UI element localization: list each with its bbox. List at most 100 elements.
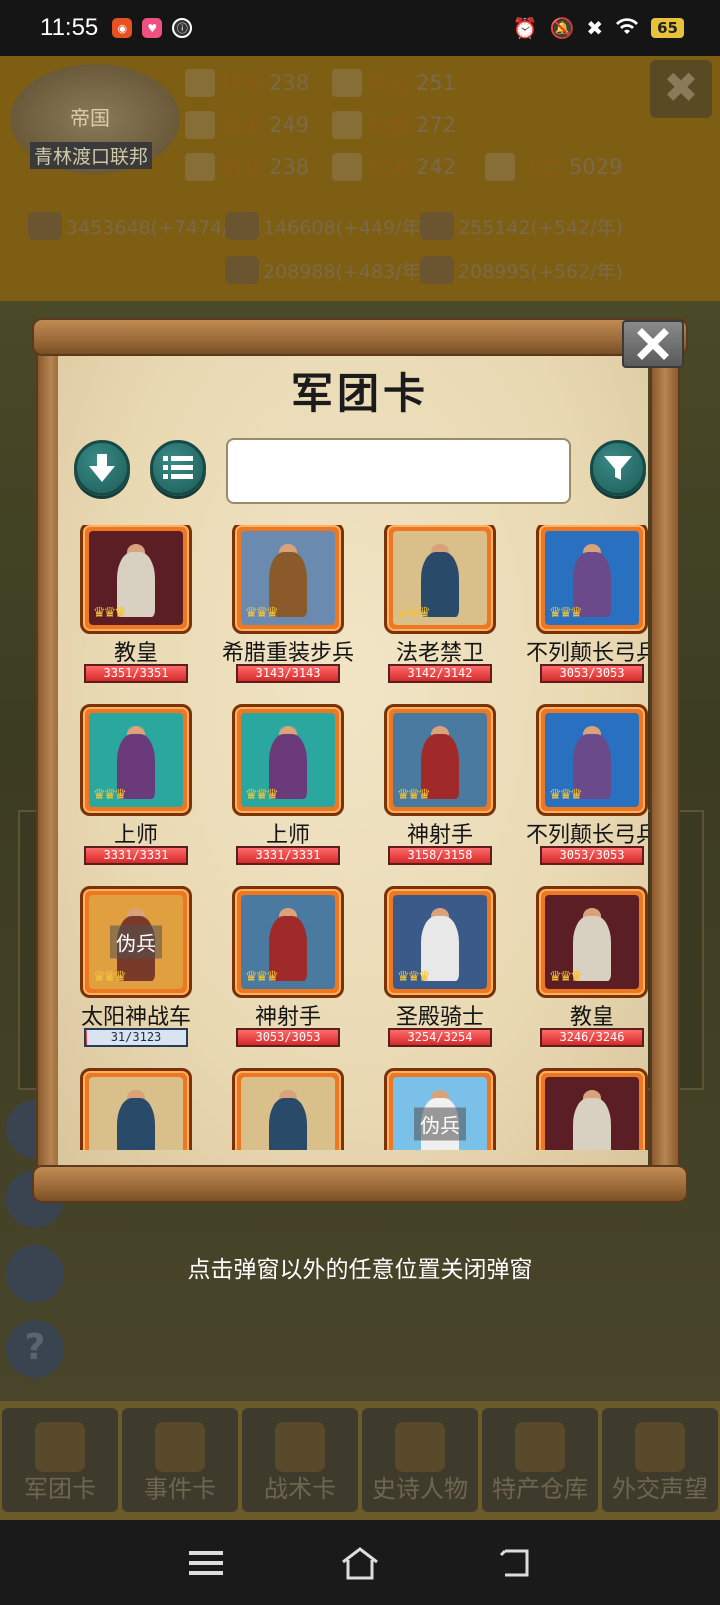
scroll-right-edge xyxy=(650,335,680,1185)
dialog-close-button[interactable] xyxy=(622,320,684,368)
legion-card[interactable]: ♛♛♛ 神射手 3053/3053 xyxy=(212,883,364,1053)
legion-card[interactable]: ♛♛♛ 希腊重装步兵 3143/3143 xyxy=(212,525,364,689)
unit-portrait: ♛♛♛ xyxy=(545,531,639,625)
art-icon xyxy=(332,153,362,181)
hp-bar: 3351/3351 xyxy=(84,664,188,683)
notification-app-icon: ⓘ xyxy=(172,18,193,38)
notification-app-icon: ♥ xyxy=(142,18,163,38)
battery-indicator: 65 xyxy=(651,18,684,38)
tab-epic-figures[interactable]: 史诗人物 xyxy=(362,1408,478,1512)
close-icon xyxy=(637,328,669,360)
tab-event-cards[interactable]: 事件卡 xyxy=(122,1408,238,1512)
help-button[interactable]: ? xyxy=(6,1320,64,1378)
hp-bar: 3142/3142 xyxy=(388,664,492,683)
legion-card[interactable]: ♛♛♛ 上师 3331/3331 xyxy=(212,701,364,871)
unit-portrait: ♛♛♛ xyxy=(89,713,183,807)
crossed-swords-icon xyxy=(275,1422,325,1472)
politics-icon xyxy=(332,69,362,97)
legion-card[interactable]: ♛♛♛伪兵 xyxy=(364,1065,516,1150)
empire-emblem: 帝国 青林渡口联邦 xyxy=(10,64,180,174)
hp-text: 3143/3143 xyxy=(255,666,321,680)
legion-card[interactable]: ♛♛♛ xyxy=(516,1065,648,1150)
legion-card[interactable]: ♛♛♛ 神射手 3158/3158 xyxy=(364,701,516,871)
hp-bar: 3053/3053 xyxy=(540,664,644,683)
legion-card[interactable]: ♛♛♛ xyxy=(60,1065,212,1150)
list-icon xyxy=(163,456,193,479)
hp-bar: 3331/3331 xyxy=(236,846,340,865)
tab-tactic-cards[interactable]: 战术卡 xyxy=(242,1408,358,1512)
legion-card[interactable]: ♛♛♛ 伪兵太阳神战车 31/3123 xyxy=(60,883,212,1053)
hp-bar: 3331/3331 xyxy=(84,846,188,865)
back-icon[interactable] xyxy=(497,1548,531,1578)
unit-portrait: ♛♛♛ xyxy=(89,1077,183,1150)
card-frame: ♛♛♛ xyxy=(536,525,648,634)
crown-rank-icon: ♛♛♛ xyxy=(549,969,583,985)
crown-rank-icon: ♛♛♛ xyxy=(245,787,279,803)
religion-icon xyxy=(332,111,362,139)
iron-icon xyxy=(420,212,454,240)
scroll-bottom-rod xyxy=(32,1165,688,1203)
dialog-title: 军团卡 xyxy=(290,369,429,418)
resource-wood: 146608(+449/年) xyxy=(225,212,428,240)
card-name: 太阳神战车 xyxy=(80,1005,191,1030)
crown-rank-icon: ♛♛♛ xyxy=(93,605,127,621)
hp-bar: 3254/3254 xyxy=(388,1028,492,1047)
filter-button[interactable] xyxy=(590,440,646,496)
hp-text: 3142/3142 xyxy=(407,666,473,680)
hp-bar: 3246/3246 xyxy=(540,1028,644,1047)
legion-card[interactable]: ♛♛♛ 圣殿骑士 3254/3254 xyxy=(364,883,516,1053)
unit-portrait: ♛♛♛ xyxy=(545,895,639,989)
legion-card[interactable]: ♛♛♛ 不列颠长弓兵 3053/3053 xyxy=(516,525,648,689)
empire-type: 帝国 xyxy=(70,106,110,130)
search-input[interactable] xyxy=(226,438,571,504)
fake-unit-badge: 伪兵 xyxy=(110,925,162,959)
card-frame: ♛♛♛ xyxy=(232,1068,344,1150)
sim-icon: ✖ xyxy=(586,16,604,40)
food-icon xyxy=(420,256,454,284)
unit-portrait: ♛♛♛ xyxy=(393,713,487,807)
crown-rank-icon: ♛♛♛ xyxy=(93,969,127,985)
tab-legion-cards[interactable]: 军团卡 xyxy=(2,1408,118,1512)
unit-portrait: ♛♛♛ xyxy=(241,1077,335,1150)
legion-card[interactable]: ♛♛♛ 上师 3331/3331 xyxy=(60,701,212,871)
hp-text: 3053/3053 xyxy=(559,666,625,680)
unit-portrait: ♛♛♛ xyxy=(393,895,487,989)
tab-specialty-warehouse[interactable]: 特产仓库 xyxy=(482,1408,598,1512)
home-icon[interactable] xyxy=(340,1546,380,1580)
card-frame: ♛♛♛ xyxy=(384,886,496,998)
stat-population: 人口 5029 xyxy=(485,152,622,182)
unit-portrait: ♛♛♛伪兵 xyxy=(393,1077,487,1150)
menu-icon[interactable] xyxy=(188,1549,223,1577)
card-frame: ♛♛♛ 伪兵 xyxy=(80,886,192,998)
hp-text: 31/3123 xyxy=(110,1030,162,1044)
wood-icon xyxy=(225,212,259,240)
legion-card[interactable]: ♛♛♛ 不列颠长弓兵 3053/3053 xyxy=(516,701,648,871)
hp-text: 3158/3158 xyxy=(407,848,473,862)
hp-text: 3053/3053 xyxy=(559,848,625,862)
card-name: 希腊重装步兵 xyxy=(221,641,354,666)
tab-diplomacy[interactable]: 外交声望 xyxy=(602,1408,718,1512)
close-hint: 点击弹窗以外的任意位置关闭弹窗 xyxy=(187,1257,533,1283)
stat-religion: 宗教 272 xyxy=(332,110,456,140)
hp-bar: 3053/3053 xyxy=(236,1028,340,1047)
close-icon[interactable]: ✖ xyxy=(650,60,712,118)
unit-portrait: ♛♛♛ xyxy=(241,531,335,625)
notification-app-icon: ◉ xyxy=(112,18,133,38)
card-name: 教皇 xyxy=(113,641,158,666)
unit-portrait: ♛♛♛ xyxy=(545,713,639,807)
commerce-icon xyxy=(185,153,215,181)
card-name: 圣殿骑士 xyxy=(395,1005,484,1030)
card-frame: ♛♛♛ xyxy=(80,1068,192,1150)
card-name: 神射手 xyxy=(406,823,473,848)
card-frame: ♛♛♛ xyxy=(80,704,192,816)
download-button[interactable] xyxy=(74,440,130,496)
gold-icon xyxy=(28,212,62,240)
legion-card[interactable]: ♛♛♛ xyxy=(212,1065,364,1150)
legion-card[interactable]: ♛♛♛ 法老禁卫 3142/3142 xyxy=(364,525,516,689)
list-view-button[interactable] xyxy=(150,440,206,496)
legion-card[interactable]: ♛♛♛ 教皇 3246/3246 xyxy=(516,883,648,1053)
resource-stone: 208988(+483/年) xyxy=(225,256,428,284)
legion-card[interactable]: ♛♛♛ 教皇 3351/3351 xyxy=(60,525,212,689)
card-name: 不列颠长弓兵 xyxy=(525,641,648,666)
resource-iron: 255142(+542/年) xyxy=(420,212,623,240)
